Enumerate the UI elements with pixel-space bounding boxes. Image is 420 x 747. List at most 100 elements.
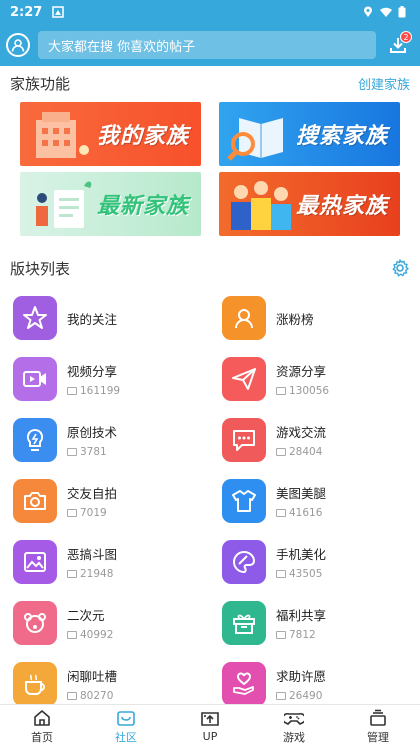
- wifi-icon: [380, 6, 392, 18]
- create-family-link[interactable]: 创建家族: [358, 74, 410, 93]
- forum-name: 二次元: [67, 608, 105, 623]
- nav-up[interactable]: UP: [168, 705, 252, 747]
- family-section-header: 家族功能 创建家族: [10, 71, 410, 95]
- forum-name: 涨粉榜: [276, 311, 314, 327]
- bulb-icon: [13, 418, 57, 462]
- search-header: 大家都在搜 你喜欢的帖子 2: [0, 24, 420, 66]
- heart-hand-icon: [222, 662, 266, 706]
- coffee-icon: [13, 662, 57, 706]
- user-avatar[interactable]: [6, 33, 30, 57]
- forum-count: 3781: [67, 446, 117, 458]
- location-icon: [362, 6, 374, 18]
- comment-icon: [67, 692, 77, 700]
- banner-search-family-label: 搜索家族: [295, 124, 388, 149]
- notification-icon: [52, 6, 65, 18]
- forum-name: 手机美化: [276, 547, 327, 562]
- community-icon: [117, 710, 135, 726]
- forum-count: 161199: [67, 385, 120, 397]
- bottom-nav: 首页 社区 UP 游戏 管理: [0, 704, 420, 747]
- forum-name: 恶搞斗图: [67, 547, 118, 562]
- comment-icon: [67, 509, 77, 517]
- forum-item[interactable]: 闲聊吐槽 80270: [13, 658, 213, 710]
- forum-name: 美图美腿: [276, 486, 327, 501]
- forum-count: 41616: [276, 507, 326, 519]
- forum-item[interactable]: 原创技术 3781: [13, 414, 213, 466]
- nav-manage-label: 管理: [367, 730, 389, 744]
- forum-count: 40992: [67, 629, 113, 641]
- video-icon: [13, 357, 57, 401]
- banner-my-family[interactable]: 我的家族: [20, 102, 201, 166]
- comment-icon: [67, 448, 77, 456]
- forum-count: 43505: [276, 568, 326, 580]
- settings-gear-icon[interactable]: [390, 258, 410, 278]
- forum-item[interactable]: 交友自拍 7019: [13, 475, 213, 527]
- forum-count: 26490: [276, 690, 326, 702]
- send-icon: [222, 357, 266, 401]
- shirt-icon: [222, 479, 266, 523]
- forum-count: 21948: [67, 568, 117, 580]
- camera-icon: [13, 479, 57, 523]
- home-icon: [34, 709, 50, 726]
- forum-name: 闲聊吐槽: [67, 669, 118, 684]
- forum-name: 视频分享: [67, 364, 118, 379]
- forum-count: 7019: [67, 507, 117, 519]
- nav-home-label: 首页: [31, 730, 53, 744]
- book-magnifier-icon: [227, 118, 283, 161]
- banner-new-family[interactable]: 最新家族: [20, 172, 201, 236]
- forum-item[interactable]: 视频分享 161199: [13, 353, 213, 405]
- forum-name: 游戏交流: [276, 425, 327, 440]
- forum-item[interactable]: 手机美化 43505: [222, 536, 420, 588]
- comment-icon: [67, 570, 77, 578]
- download-button[interactable]: 2: [382, 29, 414, 61]
- up-icon: [201, 712, 219, 726]
- forum-item[interactable]: 美图美腿 41616: [222, 475, 420, 527]
- search-input[interactable]: 大家都在搜 你喜欢的帖子: [38, 31, 376, 59]
- forum-item[interactable]: 福利共享 7812: [222, 597, 420, 649]
- nav-up-label: UP: [202, 730, 218, 743]
- forum-count: 28404: [276, 446, 326, 458]
- people-group-illustration-icon: [231, 181, 291, 230]
- comment-icon: [276, 448, 286, 456]
- rank-icon: [222, 296, 266, 340]
- banner-my-family-label: 我的家族: [96, 124, 189, 149]
- forum-section-header: 版块列表: [10, 256, 410, 280]
- status-time: 2:27: [10, 4, 43, 20]
- comment-icon: [276, 387, 286, 395]
- forum-count: 80270: [67, 690, 117, 702]
- bear-icon: [13, 601, 57, 645]
- comment-icon: [67, 631, 77, 639]
- forum-name: 原创技术: [67, 425, 118, 440]
- comment-icon: [276, 509, 286, 517]
- forum-name: 求助许愿: [276, 669, 327, 684]
- nav-home[interactable]: 首页: [0, 705, 84, 747]
- forum-item[interactable]: 二次元 40992: [13, 597, 213, 649]
- forum-item[interactable]: 资源分享 130056: [222, 353, 420, 405]
- forum-name: 我的关注: [67, 311, 118, 327]
- nav-community-label: 社区: [115, 730, 137, 744]
- status-bar: 2:27: [0, 0, 420, 24]
- forum-name: 资源分享: [276, 364, 327, 379]
- forum-item[interactable]: 我的关注: [13, 292, 213, 344]
- comment-icon: [276, 570, 286, 578]
- comment-icon: [276, 631, 286, 639]
- manage-icon: [370, 709, 386, 726]
- gamepad-icon: [284, 712, 304, 725]
- banner-search-family[interactable]: 搜索家族: [219, 102, 400, 166]
- forum-count: 130056: [276, 385, 329, 397]
- banner-new-family-label: 最新家族: [96, 194, 189, 219]
- nav-manage[interactable]: 管理: [336, 705, 420, 747]
- nav-games-label: 游戏: [283, 730, 305, 744]
- nav-games[interactable]: 游戏: [252, 705, 336, 747]
- forum-item[interactable]: 恶搞斗图 21948: [13, 536, 213, 588]
- nav-community[interactable]: 社区: [84, 705, 168, 747]
- comment-icon: [67, 387, 77, 395]
- banner-hot-family-label: 最热家族: [295, 194, 388, 219]
- forum-section-title: 版块列表: [10, 259, 71, 278]
- forum-item[interactable]: 求助许愿 26490: [222, 658, 420, 710]
- forum-item[interactable]: 游戏交流 28404: [222, 414, 420, 466]
- star-icon: [13, 296, 57, 340]
- forum-item[interactable]: 涨粉榜: [222, 292, 420, 344]
- banner-hot-family[interactable]: 最热家族: [219, 172, 400, 236]
- building-illustration-icon: [36, 112, 89, 158]
- person-board-illustration-icon: [36, 181, 92, 228]
